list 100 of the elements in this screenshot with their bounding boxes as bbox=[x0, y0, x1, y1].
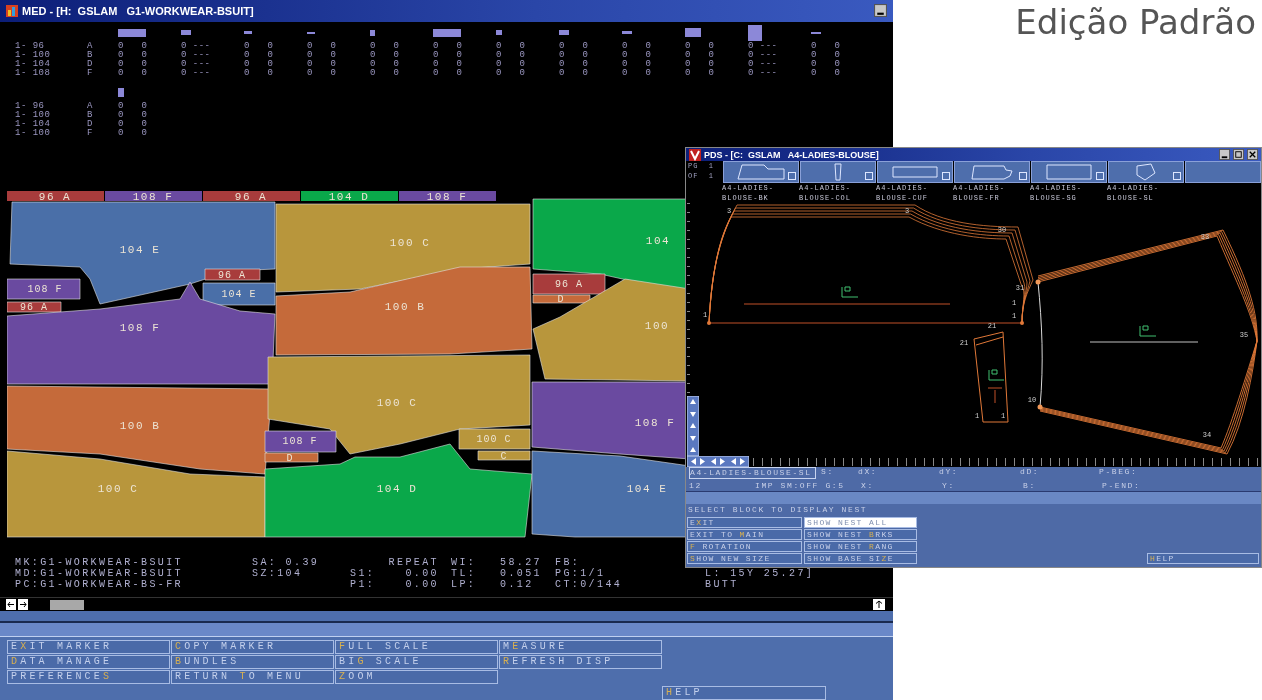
prompt-text: SELECT BLOCK TO DISPLAY NEST bbox=[686, 504, 1261, 516]
checkbox-icon[interactable] bbox=[865, 172, 873, 181]
horizontal-scrollbar[interactable] bbox=[0, 597, 893, 611]
checkbox-icon[interactable] bbox=[1019, 172, 1027, 181]
command-input-field[interactable] bbox=[686, 491, 1261, 504]
menu-button[interactable]: B UNDLES bbox=[171, 655, 334, 669]
menu-button[interactable]: F ROTATION bbox=[687, 541, 802, 552]
quantity-cell: 0 0 bbox=[244, 41, 274, 51]
size-label: 1- 100 bbox=[15, 128, 51, 138]
scroll-arrows-icon[interactable] bbox=[6, 599, 28, 611]
block-thumbnail[interactable] bbox=[1108, 161, 1184, 184]
quantity-cell: 0 0 bbox=[811, 68, 841, 78]
quantity-cell: 0 0 bbox=[622, 41, 652, 51]
app-icon bbox=[6, 4, 18, 17]
navigation-arrows-icon[interactable] bbox=[687, 456, 749, 468]
checkbox-icon[interactable] bbox=[788, 172, 796, 181]
menu-button[interactable]: F ULL SCALE bbox=[335, 640, 498, 654]
menu-button[interactable]: BI G SCALE bbox=[335, 655, 498, 669]
menu-button[interactable]: SHOW NEST B RKS bbox=[804, 529, 917, 540]
measure-value: 0.051 bbox=[500, 568, 542, 580]
menu-button[interactable]: SHOW BASE SI ZE bbox=[804, 553, 917, 564]
piece-label: 96 A bbox=[20, 301, 48, 313]
size-bar-label: 108 F bbox=[426, 190, 468, 203]
quantity-cell: 0 --- bbox=[181, 50, 211, 60]
pattern-piece-icon bbox=[244, 31, 252, 35]
block-thumbnail[interactable] bbox=[723, 161, 799, 184]
measure-label: WI: bbox=[450, 557, 477, 569]
setting-text: SA: 0.39 bbox=[252, 557, 320, 569]
grain-marker-icon bbox=[988, 369, 1005, 381]
quantity-cell: 0 0 bbox=[433, 50, 463, 60]
menu-button[interactable]: D ATA MANAGE bbox=[7, 655, 170, 669]
menu-button[interactable]: SHOW NEST ALL bbox=[804, 517, 917, 528]
help-button[interactable]: H ELP bbox=[662, 686, 826, 700]
quantity-cell: 0 0 bbox=[496, 68, 526, 78]
pattern-outline-icon bbox=[971, 164, 1013, 180]
quantity-cell: 0 0 bbox=[370, 68, 400, 78]
size-code: B bbox=[87, 50, 93, 60]
block-name-field[interactable]: A4-LADIES-BLOUSE-SL bbox=[689, 467, 816, 480]
size-code: B bbox=[87, 110, 93, 120]
quantity-cell: 0 0 bbox=[559, 41, 589, 51]
status-text: PG:1/1 bbox=[555, 568, 606, 580]
quantity-cell: 0 0 bbox=[118, 119, 148, 129]
menu-button[interactable]: SHOW NEST RANG bbox=[804, 541, 917, 552]
marker-name: MD:G1-WORKWEAR-BSUIT bbox=[15, 568, 184, 580]
size-label: 1- 100 bbox=[15, 50, 51, 60]
pattern-piece-icon bbox=[118, 88, 124, 98]
close-icon[interactable] bbox=[1247, 149, 1258, 161]
quantity-cell: 0 0 bbox=[370, 50, 400, 60]
size-code: D bbox=[87, 59, 93, 69]
checkbox-icon[interactable] bbox=[942, 172, 950, 181]
menu-button[interactable]: R EFRESH DISP bbox=[499, 655, 662, 669]
pattern-piece-icon bbox=[811, 31, 821, 34]
menu-button[interactable]: RETURN T O MENU bbox=[171, 670, 334, 684]
checkbox-icon[interactable] bbox=[1096, 172, 1104, 181]
menu-button[interactable]: M E ASURE bbox=[499, 640, 662, 654]
menu-button[interactable]: C OPY MARKER bbox=[171, 640, 334, 654]
quantity-cell: 0 --- bbox=[748, 50, 778, 60]
help-button[interactable]: H ELP bbox=[1147, 553, 1259, 564]
menu-button[interactable]: EXIT TO MAIN bbox=[687, 529, 802, 540]
block-thumbnail[interactable] bbox=[954, 161, 1030, 184]
quantity-cell: 0 0 bbox=[118, 50, 148, 60]
quantity-cell: 0 0 bbox=[685, 50, 715, 60]
block-thumbnail[interactable] bbox=[1031, 161, 1107, 184]
scroll-up-icon[interactable] bbox=[873, 599, 885, 611]
pattern-outline-icon bbox=[834, 163, 842, 182]
pattern-piece-icon bbox=[370, 29, 375, 36]
setting-text: SZ:104 bbox=[252, 568, 303, 580]
scroll-thumb[interactable] bbox=[50, 599, 84, 610]
size-bar-label: 108 F bbox=[132, 190, 174, 203]
pattern-outline-icon bbox=[1046, 164, 1092, 181]
pattern-piece-icon bbox=[181, 30, 191, 36]
size-label: 1- 104 bbox=[15, 119, 51, 129]
quantity-cell: 0 0 bbox=[244, 68, 274, 78]
maximize-icon[interactable] bbox=[1233, 149, 1244, 161]
marker-name: MK:G1-WORKWEAR-BSUIT bbox=[15, 557, 184, 569]
minimize-icon[interactable] bbox=[1219, 149, 1230, 161]
minimize-icon[interactable] bbox=[874, 4, 887, 18]
menu-button[interactable]: E X IT MARKER bbox=[7, 640, 170, 654]
menu-button[interactable]: PREFERENCE S bbox=[7, 670, 170, 684]
command-input-field[interactable] bbox=[0, 621, 893, 637]
coordinate-label: Y: bbox=[942, 481, 956, 492]
checkbox-icon[interactable] bbox=[1173, 172, 1181, 181]
size-label: 1- 100 bbox=[15, 110, 51, 120]
menu-button[interactable]: EX IT bbox=[687, 517, 802, 528]
block-thumbnail[interactable] bbox=[877, 161, 953, 184]
menu-button[interactable]: S HOW NEW SIZE bbox=[687, 553, 802, 564]
mode-text: IMP SM:OFF G:5 bbox=[755, 481, 846, 492]
quantity-cell: 0 0 bbox=[370, 41, 400, 51]
block-thumbnail[interactable] bbox=[800, 161, 876, 184]
piece-label: 104 E bbox=[221, 288, 257, 300]
menu-button[interactable]: Z OOM bbox=[335, 670, 498, 684]
quantity-cell: 0 --- bbox=[181, 41, 211, 51]
piece-label: 100 B bbox=[119, 419, 161, 432]
size-code: F bbox=[87, 128, 93, 138]
quantity-cell: 0 0 bbox=[496, 41, 526, 51]
quantity-cell: 0 0 bbox=[496, 50, 526, 60]
quantity-cell: 0 0 bbox=[811, 59, 841, 69]
size-label: 1- 96 bbox=[15, 101, 45, 111]
quantity-cell: 0 0 bbox=[685, 41, 715, 51]
navigation-arrows-icon[interactable] bbox=[687, 396, 699, 457]
